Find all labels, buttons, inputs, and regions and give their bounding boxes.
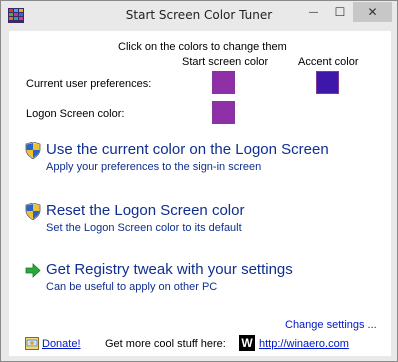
reset-color-command[interactable]: Reset the Logon Screen color Set the Log… bbox=[25, 202, 375, 242]
uac-shield-icon bbox=[25, 142, 41, 159]
uac-shield-icon bbox=[25, 203, 41, 220]
maximize-icon: ☐ bbox=[334, 5, 346, 19]
title-bar[interactable]: Start Screen Color Tuner — ☐ ✕ bbox=[1, 1, 397, 31]
start-color-header: Start screen color bbox=[182, 56, 269, 68]
more-stuff-label: Get more cool stuff here: bbox=[105, 338, 226, 350]
minimize-icon: — bbox=[308, 6, 319, 18]
command-title: Reset the Logon Screen color bbox=[46, 202, 245, 219]
app-window: Start Screen Color Tuner — ☐ ✕ Click on … bbox=[0, 0, 398, 362]
accent-color-swatch[interactable] bbox=[316, 71, 339, 94]
close-button[interactable]: ✕ bbox=[353, 2, 392, 22]
change-settings-link[interactable]: Change settings ... bbox=[285, 319, 377, 331]
command-title: Use the current color on the Logon Scree… bbox=[46, 141, 329, 158]
registry-tweak-command[interactable]: Get Registry tweak with your settings Ca… bbox=[25, 261, 375, 301]
client-area: Click on the colors to change them Start… bbox=[9, 31, 391, 356]
current-prefs-label: Current user preferences: bbox=[26, 78, 152, 90]
minimize-button[interactable]: — bbox=[300, 2, 327, 22]
command-subtitle: Set the Logon Screen color to its defaul… bbox=[46, 222, 242, 234]
command-subtitle: Apply your preferences to the sign-in sc… bbox=[46, 161, 262, 173]
maximize-button[interactable]: ☐ bbox=[327, 2, 353, 22]
color-hint: Click on the colors to change them bbox=[118, 41, 287, 53]
command-title: Get Registry tweak with your settings bbox=[46, 261, 293, 278]
green-arrow-icon bbox=[25, 263, 41, 278]
winaero-site-link[interactable]: http://winaero.com bbox=[259, 338, 349, 350]
close-icon: ✕ bbox=[367, 5, 378, 19]
use-color-command[interactable]: Use the current color on the Logon Scree… bbox=[25, 141, 375, 181]
winaero-logo-icon[interactable]: W bbox=[239, 335, 255, 351]
donate-link[interactable]: Donate! bbox=[42, 338, 81, 350]
command-subtitle: Can be useful to apply on other PC bbox=[46, 281, 218, 293]
donate-icon[interactable] bbox=[25, 337, 39, 350]
logon-color-label: Logon Screen color: bbox=[26, 108, 125, 120]
start-color-swatch[interactable] bbox=[212, 71, 235, 94]
logon-color-swatch[interactable] bbox=[212, 101, 235, 124]
accent-color-header: Accent color bbox=[298, 56, 359, 68]
